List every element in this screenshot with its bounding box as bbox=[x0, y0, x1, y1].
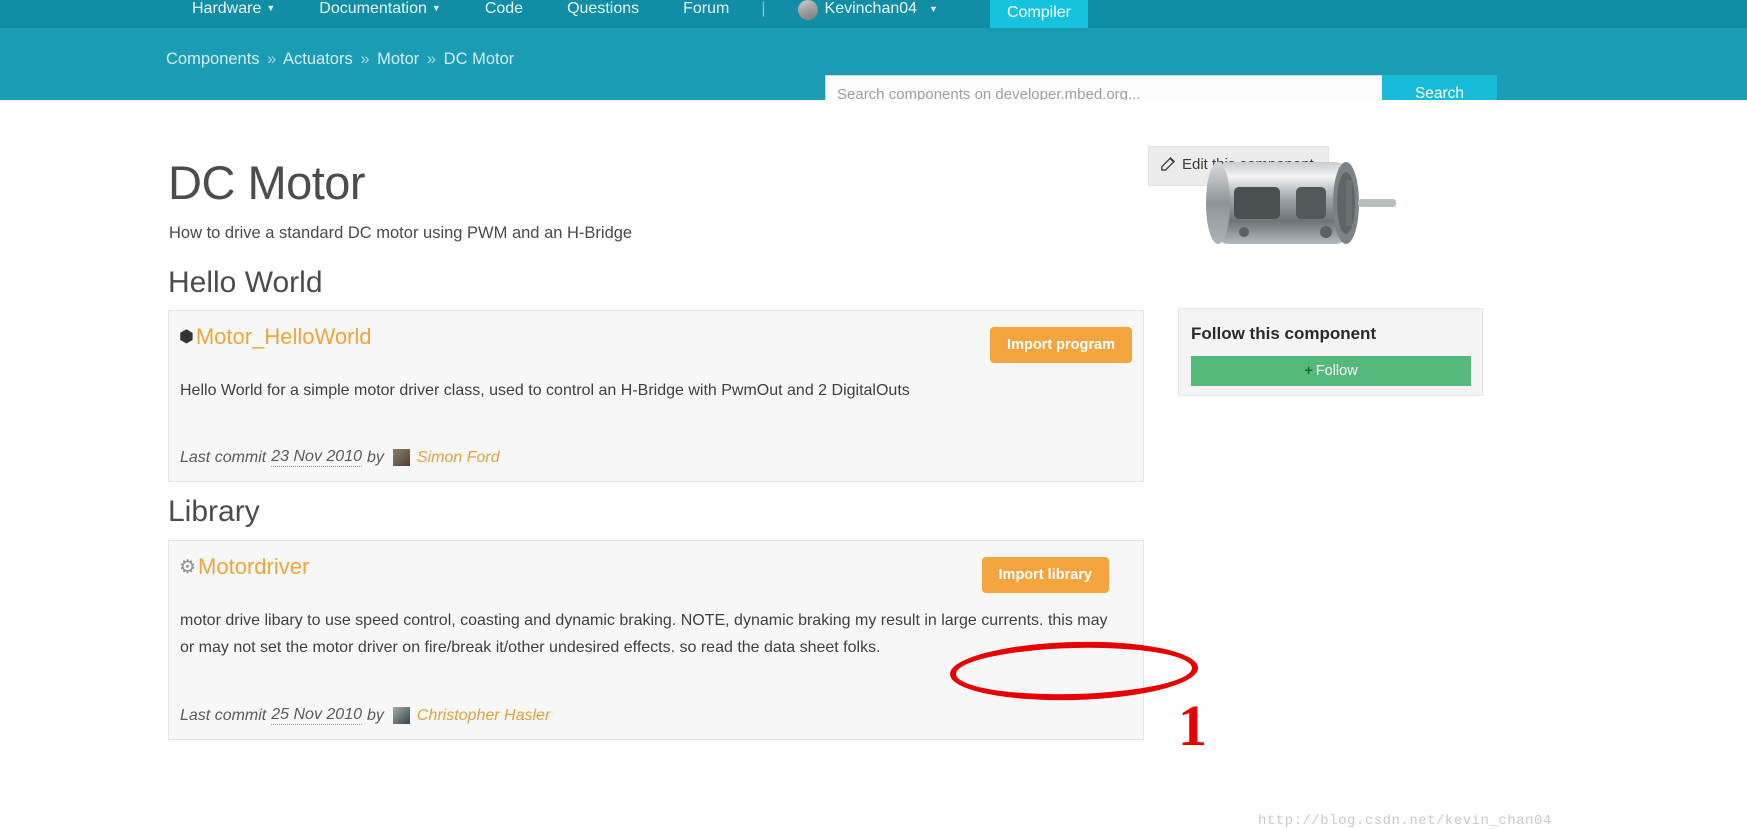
breadcrumb-item-dc-motor[interactable]: DC Motor bbox=[444, 50, 515, 68]
chevron-down-icon: ▼ bbox=[431, 3, 441, 13]
page-content: Edit this component DC Motor How to driv… bbox=[0, 100, 1747, 829]
library-link-motordriver[interactable]: ⚙ Motordriver bbox=[179, 554, 309, 580]
program-link-label: Motor_HelloWorld bbox=[195, 324, 372, 349]
card-header: ⚙ Motordriver Import library bbox=[169, 541, 1143, 599]
library-commit-info: Last commit 25 Nov 2010 by Christopher H… bbox=[180, 706, 550, 725]
commit-prefix: Last commit bbox=[180, 706, 267, 724]
cube-icon: ⬢ bbox=[179, 327, 194, 346]
chevron-down-icon: ▼ bbox=[266, 3, 276, 13]
commit-prefix: Last commit bbox=[180, 448, 267, 466]
nav-item-label: Questions bbox=[567, 0, 640, 17]
breadcrumb-search-band: Components » Actuators » Motor » DC Moto… bbox=[0, 28, 1747, 113]
card-header: ⬢ Motor_HelloWorld Import program bbox=[169, 311, 1143, 369]
nav-item-user-menu[interactable]: Kevinchan04 ▼ bbox=[776, 0, 960, 28]
gear-icon: ⚙ bbox=[179, 556, 197, 578]
top-navigation-bar: Hardware ▼ Documentation ▼ Code Questions … bbox=[0, 0, 1747, 34]
program-link-motor-helloworld[interactable]: ⬢ Motor_HelloWorld bbox=[179, 324, 372, 350]
nav-item-questions[interactable]: Questions bbox=[545, 0, 661, 28]
section-heading-library: Library bbox=[168, 495, 260, 528]
breadcrumb-item-motor[interactable]: Motor bbox=[377, 50, 419, 68]
breadcrumb: Components » Actuators » Motor » DC Moto… bbox=[166, 50, 514, 69]
follow-component-panel: Follow this component + Follow bbox=[1178, 308, 1483, 396]
follow-button-label: Follow bbox=[1315, 363, 1358, 379]
nav-item-code[interactable]: Code bbox=[463, 0, 545, 28]
nav-separator: | bbox=[761, 0, 766, 17]
nav-item-documentation[interactable]: Documentation ▼ bbox=[297, 0, 463, 28]
breadcrumb-item-components[interactable]: Components bbox=[166, 50, 260, 68]
follow-button[interactable]: + Follow bbox=[1191, 356, 1471, 386]
commit-date: 23 Nov 2010 bbox=[271, 448, 362, 467]
nav-item-label: Hardware bbox=[192, 0, 262, 17]
breadcrumb-separator: » bbox=[360, 50, 370, 68]
hello-world-description: Hello World for a simple motor driver cl… bbox=[180, 382, 910, 399]
nav-item-forum[interactable]: Forum bbox=[661, 0, 751, 28]
commit-by: by bbox=[366, 448, 384, 466]
nav-item-hardware[interactable]: Hardware ▼ bbox=[170, 0, 297, 28]
commit-author-link[interactable]: Christopher Hasler bbox=[417, 707, 550, 725]
library-description: motor drive libary to use speed control,… bbox=[180, 612, 1108, 656]
import-library-button[interactable]: Import library bbox=[981, 557, 1109, 593]
hello-world-card: ⬢ Motor_HelloWorld Import program Hello … bbox=[168, 310, 1144, 482]
import-program-button[interactable]: Import program bbox=[990, 327, 1132, 363]
commit-author-link[interactable]: Simon Ford bbox=[417, 449, 500, 467]
library-link-label: Motordriver bbox=[198, 554, 310, 579]
annotation-step-number: 1 bbox=[1178, 693, 1207, 758]
user-avatar-icon bbox=[797, 0, 818, 20]
primary-nav-list: Hardware ▼ Documentation ▼ Code Questions … bbox=[170, 0, 960, 28]
compiler-button-label: Compiler bbox=[1006, 4, 1071, 21]
page-title: DC Motor bbox=[168, 156, 366, 209]
nav-item-label: Forum bbox=[683, 0, 730, 17]
author-avatar-icon bbox=[392, 449, 410, 466]
breadcrumb-separator: » bbox=[267, 50, 277, 68]
section-heading-hello-world: Hello World bbox=[168, 266, 323, 299]
library-card: ⚙ Motordriver Import library motor drive… bbox=[168, 540, 1144, 740]
dc-motor-photo bbox=[1200, 140, 1400, 265]
commit-by: by bbox=[366, 706, 384, 724]
plus-icon: + bbox=[1304, 363, 1313, 379]
breadcrumb-item-actuators[interactable]: Actuators bbox=[283, 50, 353, 68]
breadcrumb-separator: » bbox=[426, 50, 437, 68]
nav-item-label: Code bbox=[484, 0, 524, 17]
nav-item-label: Documentation bbox=[319, 0, 427, 17]
edit-pencil-icon bbox=[1161, 156, 1176, 175]
page-root: Hardware ▼ Documentation ▼ Code Questions … bbox=[0, 0, 1747, 829]
commit-date: 25 Nov 2010 bbox=[271, 706, 362, 725]
page-tagline: How to drive a standard DC motor using P… bbox=[169, 224, 633, 242]
nav-user-label: Kevinchan04 bbox=[824, 0, 918, 17]
hello-world-commit-info: Last commit 23 Nov 2010 by Simon Ford bbox=[180, 448, 500, 467]
author-avatar-icon bbox=[392, 707, 410, 724]
chevron-down-icon: ▼ bbox=[929, 4, 938, 14]
follow-panel-title: Follow this component bbox=[1191, 324, 1377, 343]
watermark-text: http://blog.csdn.net/kevin_chan04 bbox=[1258, 813, 1552, 829]
